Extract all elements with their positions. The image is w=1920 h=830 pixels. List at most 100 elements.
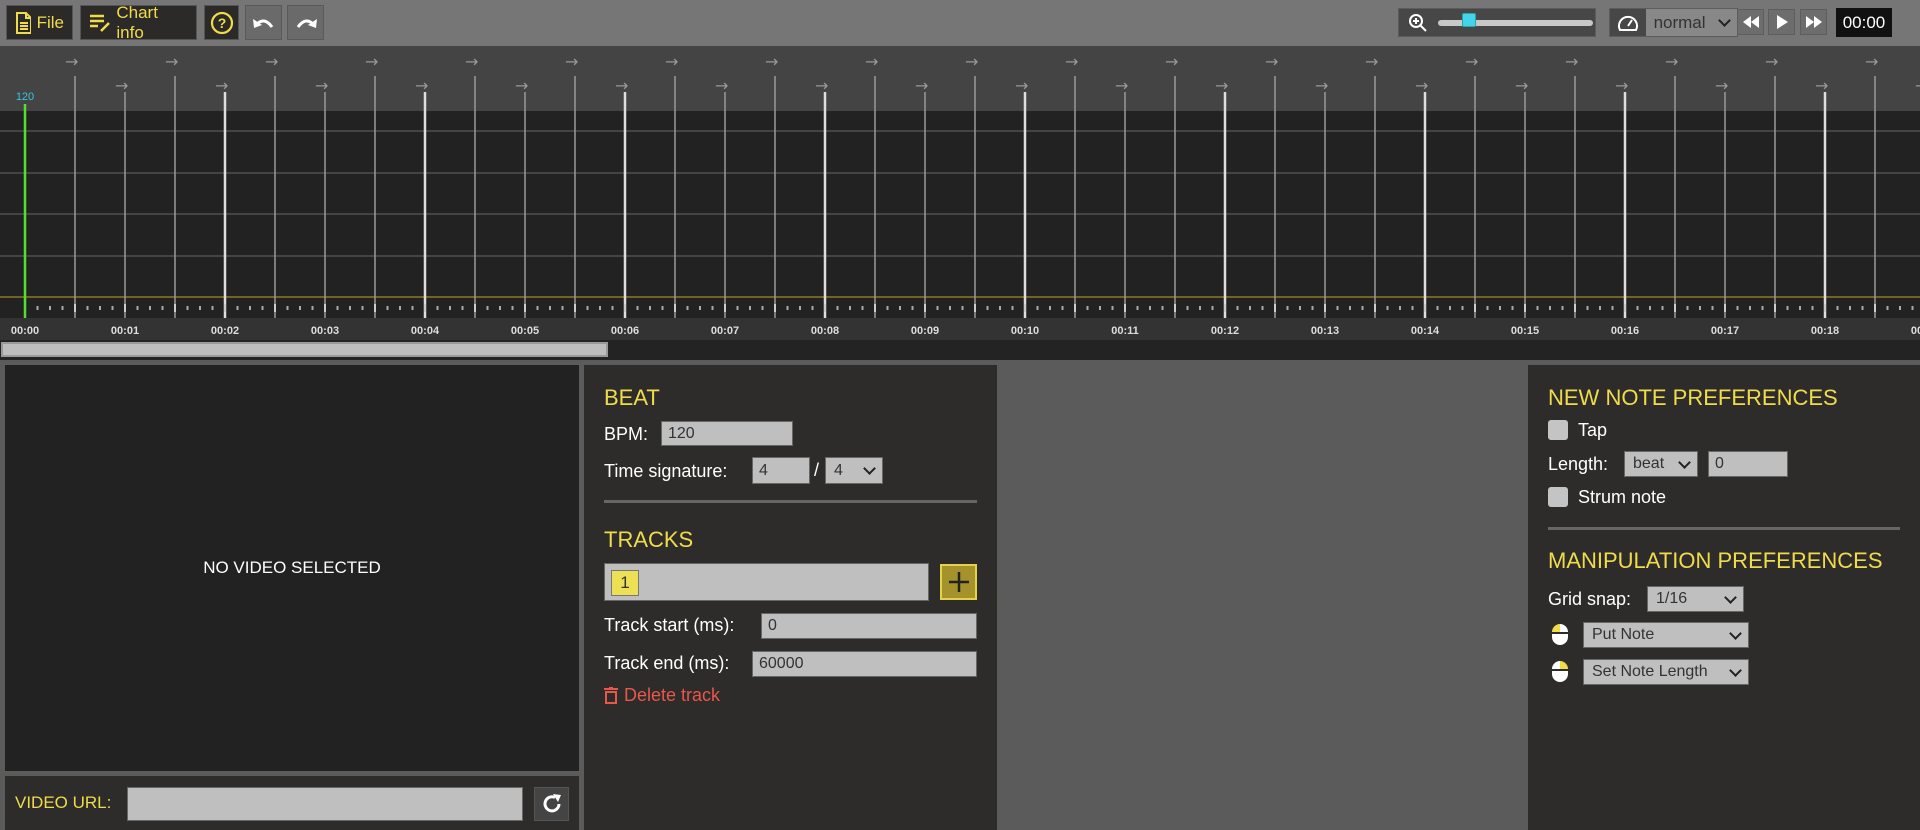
subdivision-tick [1499,306,1501,310]
subdivision-tick [1849,306,1851,310]
video-url-bar: VIDEO URL: [5,776,579,830]
delete-track-button[interactable]: Delete track [604,685,720,706]
subdivision-tick [1649,306,1651,310]
beat-tick [1224,304,1226,312]
tempo-arrow-icon: → [665,52,678,71]
chart-info-button[interactable]: Chart info [80,2,197,42]
subdivision-tick [49,306,51,310]
subdivision-tick [536,306,539,310]
time-label: 00:17 [1711,325,1739,337]
undo-button[interactable] [245,5,282,40]
timeline[interactable]: → → → → → → → → → → → → → → → → → → → → → → → → → → → → → → → → → → → → → → 00… [0,46,1920,340]
subdivision-tick [761,306,764,310]
subdivision-tick [236,306,239,310]
speed-select[interactable]: normal [1645,9,1737,36]
beat-tick [1174,304,1176,312]
scrollbar-thumb[interactable] [1,342,608,357]
reload-video-button[interactable] [534,787,569,821]
timeline-scrollbar[interactable] [0,340,1920,360]
time-label: 00:07 [711,325,739,337]
time-label: 00:19 [1911,325,1920,337]
svg-text:?: ? [217,15,226,31]
length-unit-select[interactable]: beat [1624,451,1698,477]
time-label: 00:03 [311,325,339,337]
redo-icon [296,18,317,28]
zoom-slider[interactable] [1438,12,1593,27]
tempo-arrow-icon: → [1765,52,1778,71]
subdivision-tick [1161,306,1164,310]
redo-button[interactable] [287,5,324,40]
track-start-input[interactable]: 0 [761,613,977,639]
time-sig-numerator-input[interactable]: 4 [752,457,810,484]
beat-tick [1774,304,1776,312]
subdivision-tick [1461,306,1464,310]
add-track-button[interactable] [940,564,977,600]
rewind-button[interactable] [1737,9,1764,35]
timeline-canvas[interactable]: → → → → → → → → → → → → → → → → → → → → → → → → → → → → → → → → → → → → → → 00… [0,46,1920,340]
tempo-arrow-icon: → [1465,52,1478,71]
file-button[interactable]: File [6,5,73,40]
tap-checkbox[interactable] [1548,420,1568,440]
tempo-arrow-icon: → [265,52,278,71]
subdivision-tick [1349,306,1351,310]
toolbar: File Chart info ? normal 00:00 [0,0,1920,46]
left-click-action-select[interactable]: Put Note [1583,622,1749,648]
beat-tick [1824,304,1826,312]
fast-forward-button[interactable] [1800,9,1827,35]
tempo-arrow-icon: → [1165,52,1178,71]
beat-tick [1524,304,1526,312]
track-end-input[interactable]: 60000 [752,651,977,677]
subdivision-tick [611,306,614,310]
chart-info-label: Chart info [116,2,158,42]
subdivision-tick [861,306,864,310]
subdivision-tick [1486,306,1489,310]
bpm-input[interactable]: 120 [661,421,793,446]
zoom-slider-thumb[interactable] [1462,12,1476,27]
subdivision-tick [561,306,564,310]
subdivision-tick [1399,306,1401,310]
beat-tick [1424,304,1426,312]
time-sig-separator: / [814,460,820,480]
video-url-input[interactable] [127,787,523,821]
beat-tick [824,304,826,312]
subdivision-tick [1786,306,1789,310]
tempo-arrow-icon: → [365,52,378,71]
length-value-input[interactable]: 0 [1708,451,1788,477]
strum-checkbox[interactable] [1548,487,1568,507]
subdivision-tick [361,306,364,310]
beat-tick [1624,304,1626,312]
subdivision-tick [1136,306,1139,310]
subdivision-tick [336,306,339,310]
subdivision-tick [899,306,901,310]
tempo-arrow-icon: → [1065,52,1078,71]
tempo-arrow-icon: → [165,52,178,71]
subdivision-tick [1586,306,1589,310]
subdivision-tick [1686,306,1689,310]
tempo-arrow-icon: → [1365,52,1378,71]
play-button[interactable] [1768,9,1795,35]
beat-heading: BEAT [604,385,660,410]
track-start-label: Track start (ms): [604,615,735,635]
subdivision-tick [699,306,701,310]
manipulation-heading: MANIPULATION PREFERENCES [1548,548,1883,573]
right-click-action-select[interactable]: Set Note Length [1583,659,1749,685]
grid-snap-select[interactable]: 1/16 [1647,586,1744,612]
subdivision-tick [1636,306,1639,310]
rewind-icon [1742,16,1759,28]
time-sig-denominator-select[interactable]: 4 [825,457,883,484]
tempo-arrow-icon: → [315,76,328,95]
subdivision-tick [1111,306,1114,310]
tempo-arrow-icon: → [815,76,828,95]
track-tab-1[interactable]: 1 [611,570,639,596]
zoom-control [1398,8,1596,37]
subdivision-tick [1211,306,1214,310]
help-button[interactable]: ? [204,5,239,40]
subdivision-tick [661,306,664,310]
subdivision-tick [1836,306,1839,310]
track-end-label: Track end (ms): [604,653,730,673]
subdivision-tick [686,306,689,310]
subdivision-tick [1261,306,1264,310]
subdivision-tick [1361,306,1364,310]
subdivision-tick [961,306,964,310]
beat-tick [574,304,576,312]
